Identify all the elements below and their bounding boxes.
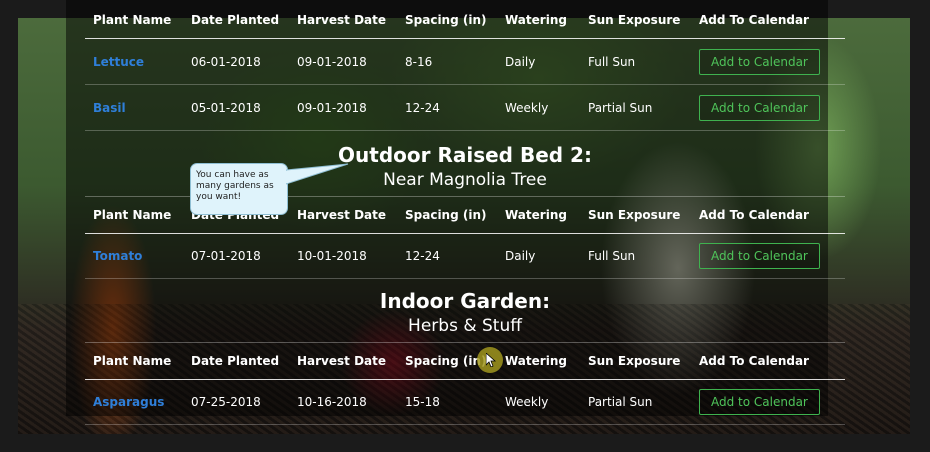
tooltip-callout: You can have as many gardens as you want… (190, 163, 288, 215)
plant-link[interactable]: Basil (93, 101, 126, 115)
add-to-calendar-button[interactable]: Add to Calendar (699, 388, 820, 415)
harvest-date: 09-01-2018 (297, 100, 367, 115)
plant-link[interactable]: Tomato (93, 249, 142, 263)
date-planted: 06-01-2018 (191, 54, 261, 69)
table-row: Asparagus 07-25-2018 10-16-2018 15-18 We… (85, 379, 845, 425)
table-row: Basil 05-01-2018 09-01-2018 12-24 Weekly… (85, 85, 845, 131)
header-add-to-calendar: Add To Calendar (699, 13, 809, 27)
table-header: Plant Name Date Planted Harvest Date Spa… (85, 342, 845, 380)
header-add-to-calendar: Add To Calendar (699, 354, 809, 368)
spacing: 15-18 (405, 394, 440, 409)
watering: Daily (505, 54, 536, 69)
harvest-date: 09-01-2018 (297, 54, 367, 69)
header-plant-name: Plant Name (93, 13, 172, 27)
date-planted: 07-01-2018 (191, 248, 261, 263)
header-sun-exposure: Sun Exposure (588, 208, 681, 222)
header-date-planted: Date Planted (191, 354, 280, 368)
header-sun-exposure: Sun Exposure (588, 354, 681, 368)
harvest-date: 10-01-2018 (297, 248, 367, 263)
header-harvest-date: Harvest Date (297, 13, 387, 27)
spacing: 8-16 (405, 54, 433, 69)
header-spacing: Spacing (in) (405, 354, 487, 368)
plant-link[interactable]: Asparagus (93, 395, 164, 409)
table-header: Plant Name Date Planted Harvest Date Spa… (85, 2, 845, 39)
garden-subtitle: Herbs & Stuff (408, 316, 522, 336)
add-to-calendar-button[interactable]: Add to Calendar (699, 242, 820, 269)
header-plant-name: Plant Name (93, 354, 172, 368)
header-sun-exposure: Sun Exposure (588, 13, 681, 27)
header-date-planted: Date Planted (191, 13, 280, 27)
watering: Weekly (505, 100, 549, 115)
date-planted: 05-01-2018 (191, 100, 261, 115)
garden-title: Indoor Garden: (379, 289, 551, 313)
watering: Daily (505, 248, 536, 263)
tooltip-tail-icon (286, 163, 349, 185)
sun-exposure: Partial Sun (588, 394, 653, 409)
header-spacing: Spacing (in) (405, 208, 487, 222)
sun-exposure: Full Sun (588, 248, 636, 263)
sun-exposure: Partial Sun (588, 100, 653, 115)
header-watering: Watering (505, 354, 567, 368)
header-watering: Watering (505, 13, 567, 27)
add-to-calendar-button[interactable]: Add to Calendar (699, 94, 820, 121)
date-planted: 07-25-2018 (191, 394, 261, 409)
table-row: Lettuce 06-01-2018 09-01-2018 8-16 Daily… (85, 39, 845, 85)
header-add-to-calendar: Add To Calendar (699, 208, 809, 222)
header-harvest-date: Harvest Date (297, 354, 387, 368)
plant-link[interactable]: Lettuce (93, 55, 144, 69)
add-to-calendar-button[interactable]: Add to Calendar (699, 48, 820, 75)
table-row: Tomato 07-01-2018 10-01-2018 12-24 Daily… (85, 233, 845, 279)
header-plant-name: Plant Name (93, 208, 172, 222)
sun-exposure: Full Sun (588, 54, 636, 69)
header-watering: Watering (505, 208, 567, 222)
harvest-date: 10-16-2018 (297, 394, 367, 409)
spacing: 12-24 (405, 248, 440, 263)
header-harvest-date: Harvest Date (297, 208, 387, 222)
spacing: 12-24 (405, 100, 440, 115)
mouse-pointer-icon (486, 353, 496, 367)
watering: Weekly (505, 394, 549, 409)
header-spacing: Spacing (in) (405, 13, 487, 27)
